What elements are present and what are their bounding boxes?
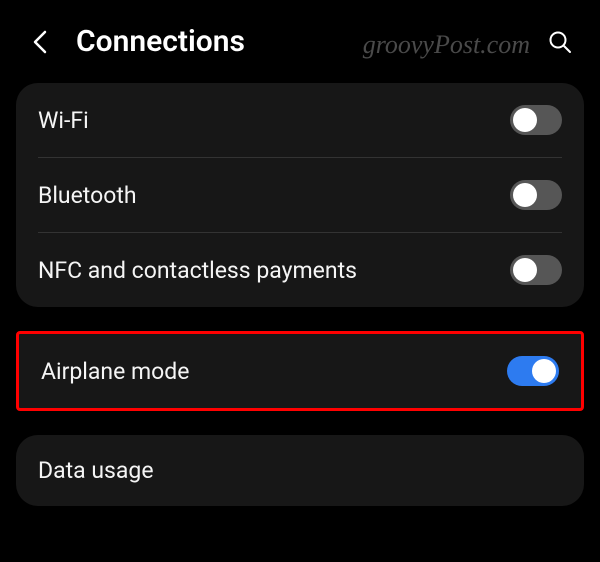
toggle-knob: [513, 183, 537, 207]
search-icon[interactable]: [548, 30, 572, 54]
settings-group: Data usage: [16, 435, 584, 506]
setting-label: Bluetooth: [38, 182, 137, 209]
toggle-wifi[interactable]: [510, 105, 562, 135]
toggle-bluetooth[interactable]: [510, 180, 562, 210]
settings-group-airplane: Airplane mode: [16, 331, 584, 411]
setting-row-wifi[interactable]: Wi-Fi: [16, 83, 584, 157]
settings-group: Wi-Fi Bluetooth NFC and contactless paym…: [16, 83, 584, 307]
setting-row-bluetooth[interactable]: Bluetooth: [16, 158, 584, 232]
setting-row-data-usage[interactable]: Data usage: [16, 435, 584, 506]
page-title: Connections: [76, 24, 524, 59]
back-icon[interactable]: [28, 30, 52, 54]
setting-label: Data usage: [38, 457, 154, 484]
toggle-knob: [513, 258, 537, 282]
setting-row-airplane[interactable]: Airplane mode: [19, 334, 581, 408]
setting-label: NFC and contactless payments: [38, 257, 357, 284]
header: Connections: [0, 0, 600, 83]
setting-label: Wi-Fi: [38, 107, 89, 134]
toggle-nfc[interactable]: [510, 255, 562, 285]
toggle-knob: [532, 359, 556, 383]
toggle-airplane[interactable]: [507, 356, 559, 386]
setting-label: Airplane mode: [41, 358, 189, 385]
toggle-knob: [513, 108, 537, 132]
setting-row-nfc[interactable]: NFC and contactless payments: [16, 233, 584, 307]
